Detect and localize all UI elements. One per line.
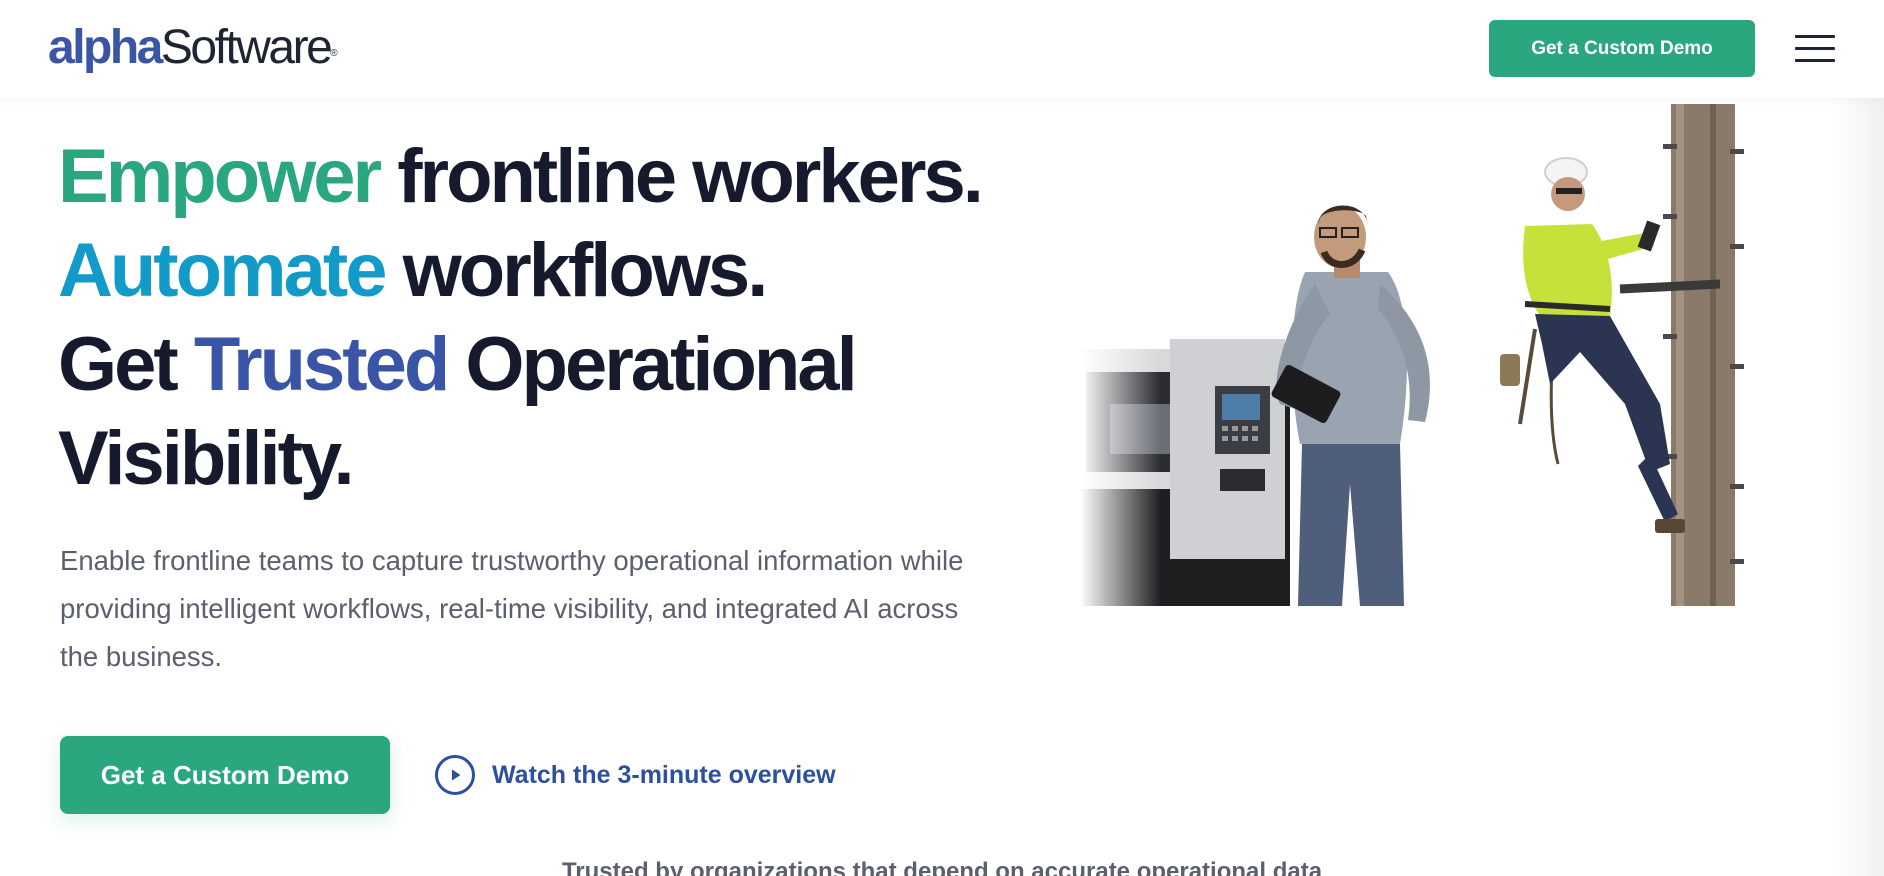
header-demo-button[interactable]: Get a Custom Demo (1489, 20, 1755, 77)
headline-line-1-rest: frontline workers. (379, 134, 984, 219)
logo-software-text: Software (160, 21, 333, 74)
headline-automate: Automate (58, 228, 387, 313)
hamburger-menu-icon[interactable] (1795, 33, 1835, 63)
trusted-by-heading: Trusted by organizations that depend on … (561, 858, 1323, 876)
headline-empower: Empower (58, 134, 382, 219)
page: alphaSoftware® Get a Custom Demo Empower… (0, 0, 1884, 876)
site-header: alphaSoftware® Get a Custom Demo (0, 0, 1884, 98)
headline-line-4: Visibility. (58, 416, 355, 501)
headline-line-2: Automate workflows. (58, 224, 1038, 318)
watch-overview-link[interactable]: Watch the 3-minute overview (434, 754, 836, 796)
right-edge-scroll-fade (1836, 98, 1884, 876)
hero-description: Enable frontline teams to capture trustw… (60, 545, 964, 672)
headline-trusted: Trusted (193, 322, 450, 407)
logo-registered-mark: ® (330, 48, 338, 59)
headline-line-1: Empower frontline workers. (58, 130, 1038, 224)
headline-line-3-rest: Operational (447, 322, 857, 407)
play-circle-icon (435, 755, 475, 795)
hero-demo-button[interactable]: Get a Custom Demo (60, 736, 390, 814)
headline-line-3-start: Get (58, 322, 194, 407)
headline-line-3: Get Trusted Operational (58, 318, 1038, 412)
alpha-software-logo[interactable]: alphaSoftware® (48, 22, 338, 74)
headline-line-2-rest: workflows. (384, 228, 769, 313)
watch-overview-label: Watch the 3-minute overview (492, 760, 836, 789)
hero-headline: Empower frontline workers. Automate work… (58, 130, 1038, 506)
frontline-workers-image (1080, 104, 1750, 606)
logo-alpha-text: alpha (48, 21, 163, 74)
